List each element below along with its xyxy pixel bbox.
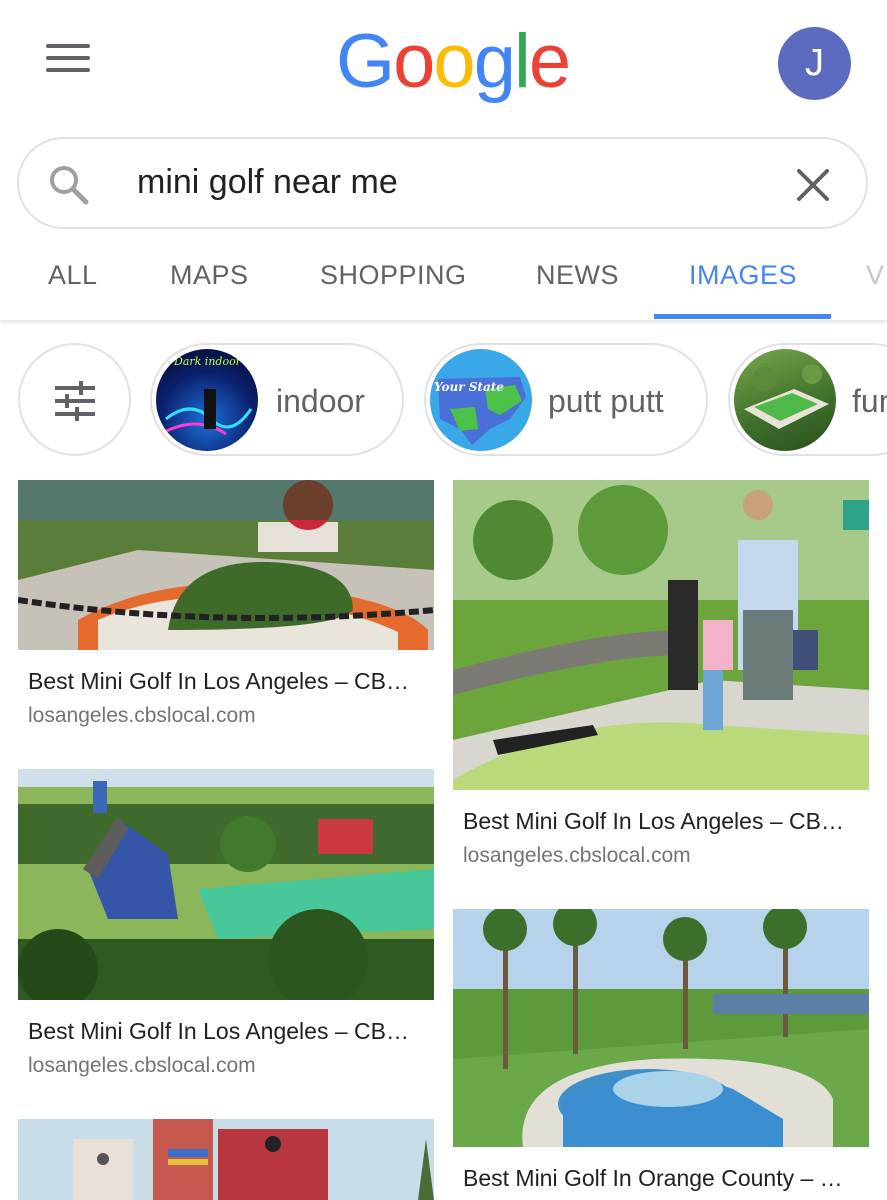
result-thumbnail[interactable] [453, 909, 869, 1147]
chip-putt-putt[interactable]: Your State putt putt [424, 343, 708, 456]
search-icon[interactable] [47, 163, 91, 207]
search-tabs: ALL MAPS SHOPPING NEWS IMAGES V [0, 252, 887, 322]
search-box[interactable]: mini golf near me [17, 137, 868, 229]
refinement-chips: Dark indoor mini indoor Your State putt … [0, 343, 887, 458]
filter-chip[interactable] [18, 343, 131, 456]
logo-letter: l [513, 19, 531, 104]
chip-label: putt putt [548, 383, 664, 419]
result-title[interactable]: Best Mini Golf In Los Angeles – CB… [18, 1018, 434, 1045]
logo-letter: g [473, 19, 516, 104]
chip-indoor[interactable]: Dark indoor mini indoor [150, 343, 404, 456]
result-thumbnail[interactable] [18, 1119, 434, 1200]
account-avatar[interactable]: J [778, 27, 851, 100]
tab-images[interactable]: IMAGES [689, 252, 797, 320]
chip-label: fun [852, 383, 887, 419]
result-thumbnail[interactable] [18, 769, 434, 1000]
chip-thumb-text: Dark indoor mini [173, 355, 258, 368]
result-thumbnail[interactable] [453, 480, 869, 790]
image-result[interactable] [18, 1119, 434, 1200]
hamburger-menu-icon[interactable] [46, 44, 90, 76]
result-thumbnail[interactable] [18, 480, 434, 650]
avatar-initial: J [805, 42, 824, 84]
tab-news[interactable]: NEWS [536, 252, 619, 320]
result-title[interactable]: Best Mini Golf In Orange County – … [453, 1165, 869, 1192]
chip-fun[interactable]: fun [728, 343, 887, 456]
tab-maps[interactable]: MAPS [170, 252, 249, 320]
chip-thumbnail: Dark indoor mini [156, 349, 258, 451]
chip-thumbnail: Your State [430, 349, 532, 451]
tab-all[interactable]: ALL [48, 252, 98, 320]
tune-filter-icon [55, 381, 95, 421]
google-logo[interactable]: Google [336, 18, 571, 105]
app-header: Google J mini golf near me ALL MAPS SHOP… [0, 0, 887, 320]
chip-thumbnail [734, 349, 836, 451]
image-result[interactable]: Best Mini Golf In Los Angeles – CB… losa… [453, 480, 869, 868]
logo-letter: e [528, 19, 571, 104]
image-result[interactable]: Best Mini Golf In Los Angeles – CB… losa… [18, 480, 434, 728]
result-source[interactable]: losangeles.cbslocal.com [18, 704, 434, 728]
tab-videos[interactable]: V [866, 252, 885, 320]
result-source[interactable]: losangeles.cbslocal.com [453, 844, 869, 868]
logo-letter: G [336, 19, 395, 104]
chip-label: indoor [276, 383, 365, 419]
image-result[interactable]: Best Mini Golf In Orange County – … [453, 909, 869, 1192]
logo-letter: o [433, 19, 475, 104]
active-tab-indicator [654, 314, 831, 319]
close-icon[interactable] [793, 165, 833, 205]
search-input[interactable]: mini golf near me [137, 163, 398, 202]
result-title[interactable]: Best Mini Golf In Los Angeles – CB… [453, 808, 869, 835]
logo-letter: o [393, 19, 435, 104]
chip-thumb-text: Your State [434, 380, 504, 394]
result-source[interactable]: losangeles.cbslocal.com [18, 1054, 434, 1078]
tab-shopping[interactable]: SHOPPING [320, 252, 467, 320]
image-result[interactable]: Best Mini Golf In Los Angeles – CB… losa… [18, 769, 434, 1078]
result-title[interactable]: Best Mini Golf In Los Angeles – CB… [18, 668, 434, 695]
